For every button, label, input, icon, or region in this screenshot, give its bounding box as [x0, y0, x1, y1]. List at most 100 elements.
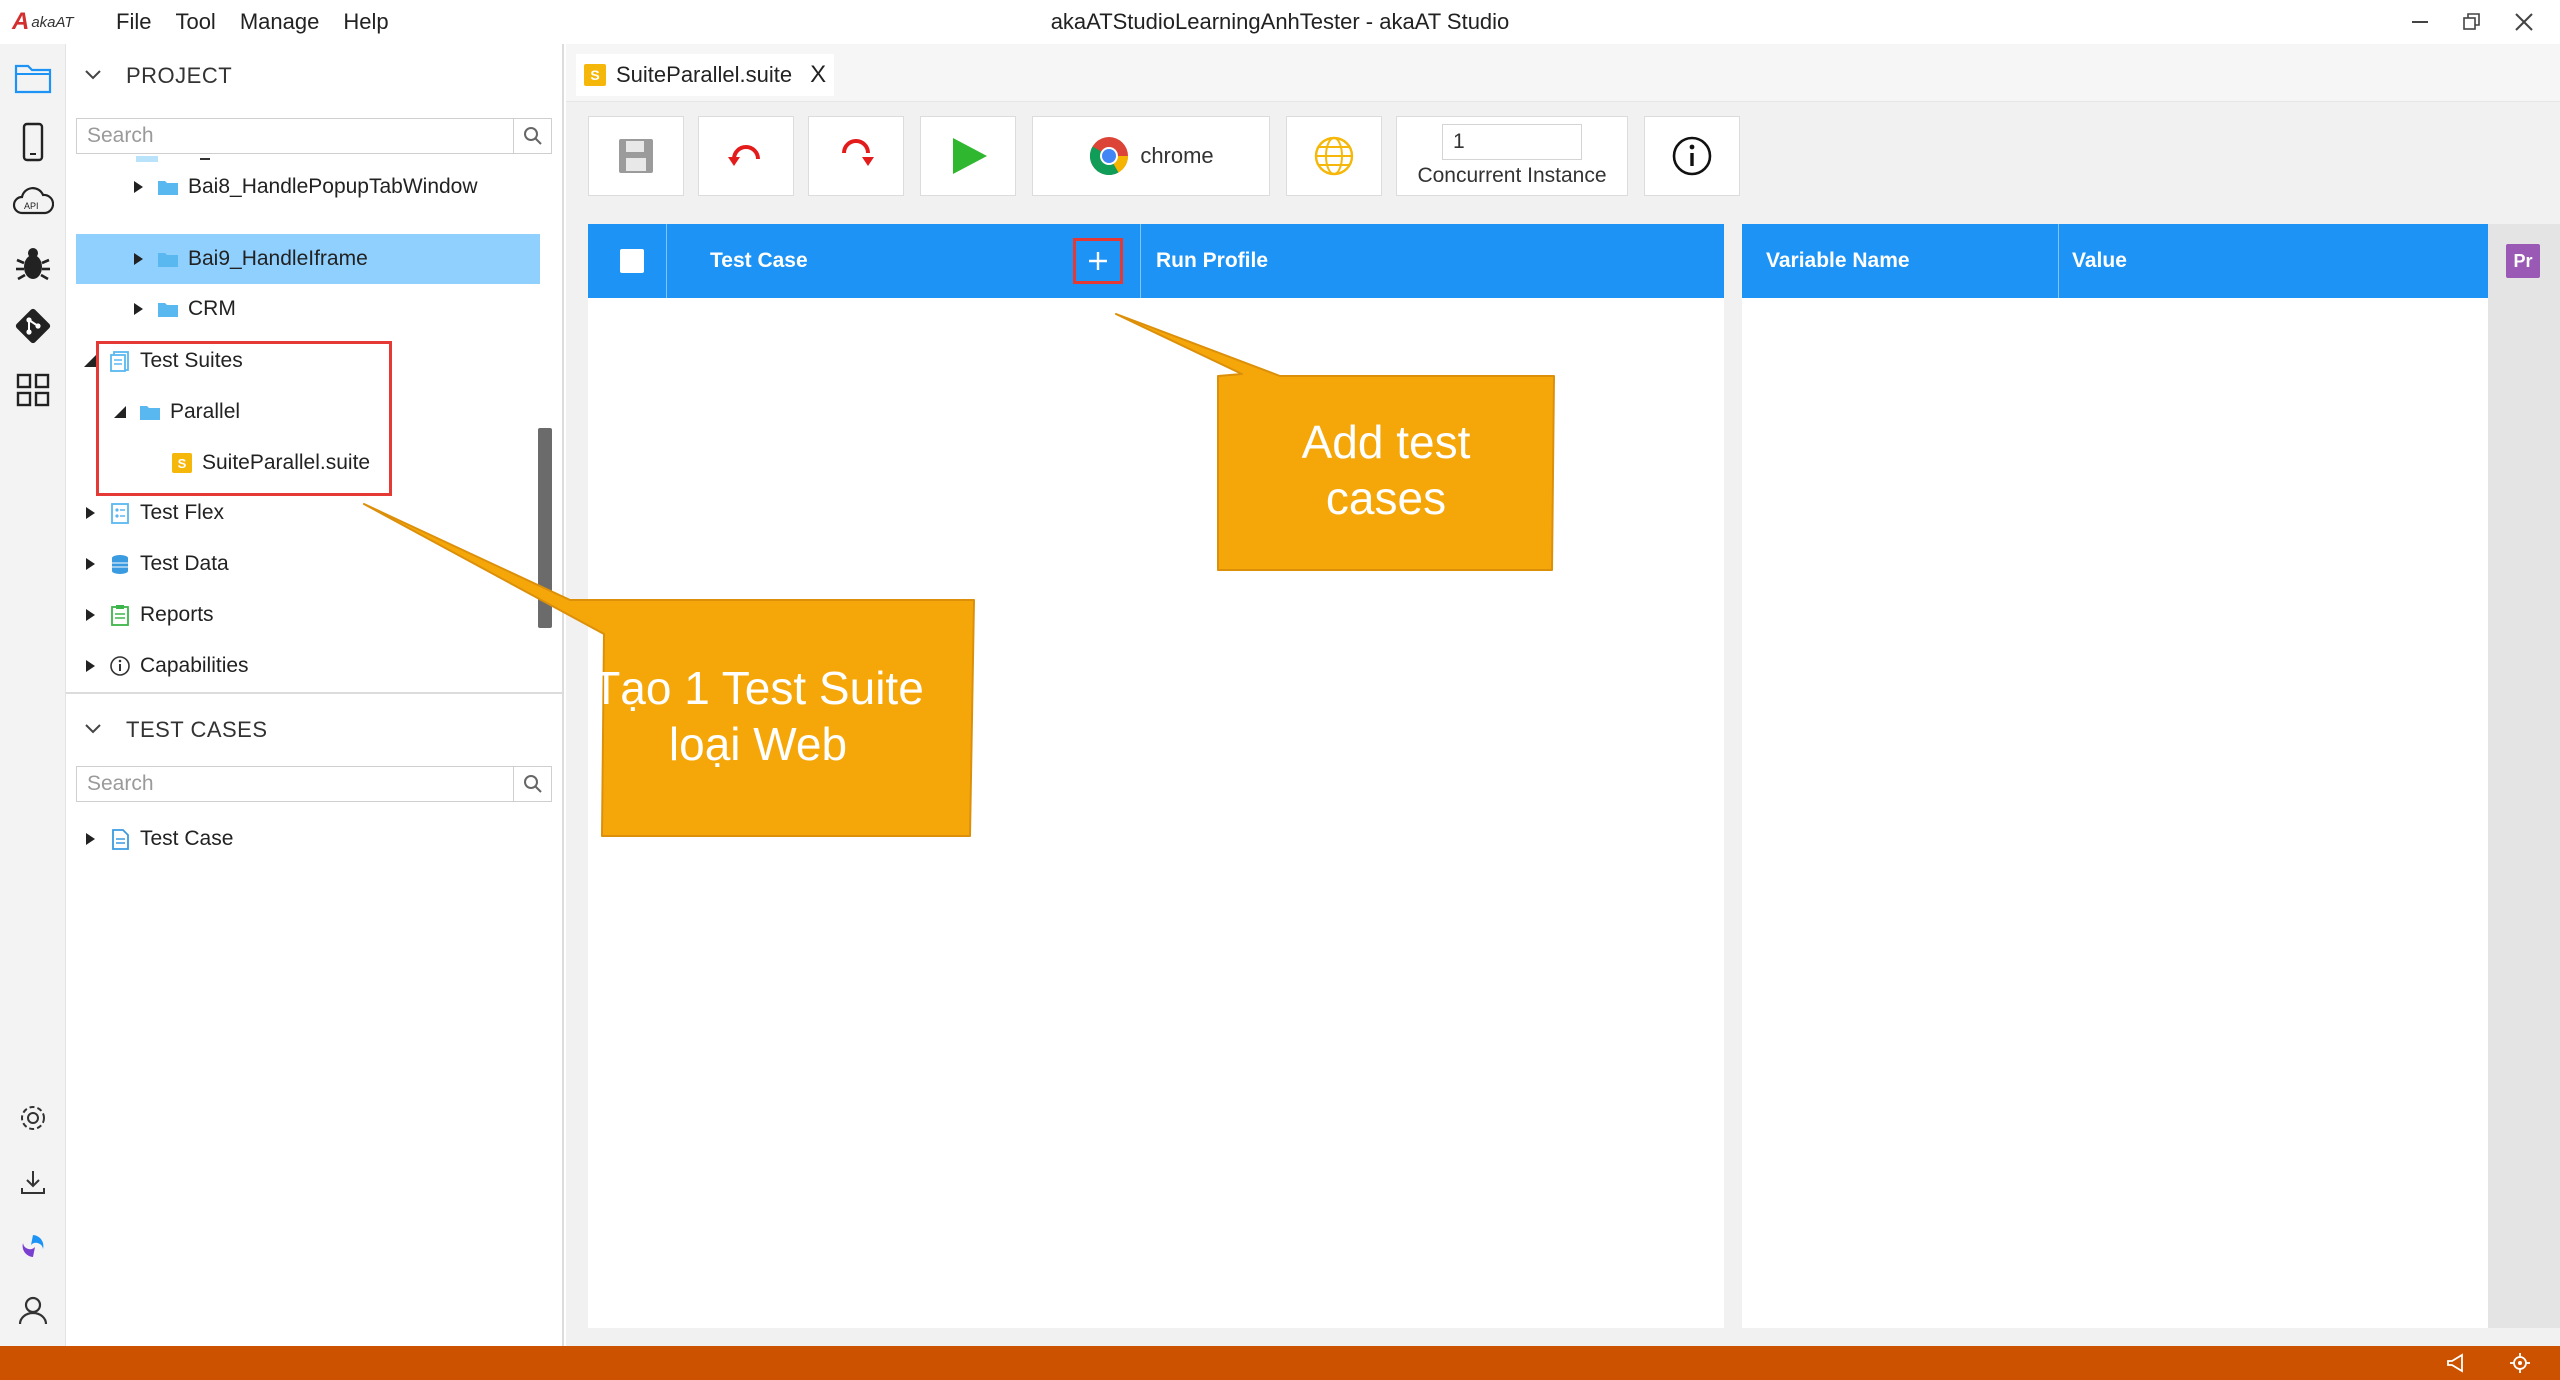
tree-item-reports[interactable]: Reports	[66, 592, 562, 638]
properties-badge[interactable]: Pr	[2506, 244, 2540, 278]
project-search-button[interactable]	[513, 119, 551, 153]
tree-item-bai9[interactable]: Bai9_HandleIframe	[76, 234, 540, 284]
expand-arrow-icon[interactable]	[80, 829, 100, 849]
play-icon	[953, 138, 987, 174]
folder-icon	[156, 297, 180, 321]
swirl-logo-icon	[22, 1235, 44, 1257]
sidebar-scrollbar[interactable]	[538, 428, 552, 628]
tree-item-suiteparallel[interactable]: S SuiteParallel.suite	[66, 440, 562, 486]
reload-button[interactable]	[698, 116, 794, 196]
restore-icon	[2463, 13, 2480, 30]
concurrent-instance-label: Concurrent Instance	[1417, 164, 1607, 187]
expand-arrow-icon[interactable]	[80, 503, 100, 523]
project-search	[76, 118, 552, 154]
tree-item-label: Parallel	[170, 400, 241, 423]
akaat-cloud-button[interactable]	[0, 1218, 66, 1274]
folder-icon	[156, 247, 180, 271]
debug-button[interactable]	[0, 236, 66, 292]
run-button[interactable]	[920, 116, 1016, 196]
test-case-table: Test Case Run Profile	[588, 224, 1724, 1328]
explorer-button[interactable]	[0, 50, 66, 106]
account-button[interactable]	[0, 1282, 66, 1338]
expand-arrow-icon[interactable]	[80, 605, 100, 625]
test-cases-section-header[interactable]: TEST CASES	[66, 698, 562, 762]
browser-selector[interactable]: chrome	[1032, 116, 1270, 196]
save-button[interactable]	[588, 116, 684, 196]
explorer-icon	[14, 64, 52, 94]
tree-item-capabilities[interactable]: Capabilities	[66, 643, 562, 689]
menu-manage[interactable]: Manage	[228, 8, 332, 36]
mobile-button[interactable]	[0, 114, 66, 170]
expand-arrow-icon[interactable]	[128, 249, 148, 269]
svg-text:API: API	[24, 201, 39, 211]
logo-text: akaAT	[31, 13, 74, 31]
settings-button[interactable]	[0, 1090, 66, 1146]
info-button[interactable]	[1644, 116, 1740, 196]
tree-item-label: CRM	[188, 297, 236, 320]
user-icon	[18, 1296, 48, 1325]
locate-button[interactable]	[2508, 1351, 2532, 1375]
suite-badge: S	[584, 64, 606, 86]
app-logo: A akaAT	[12, 8, 74, 36]
download-button[interactable]	[0, 1154, 66, 1210]
select-all-checkbox[interactable]	[620, 249, 644, 273]
tree-item-bai8[interactable]: Bai8_HandlePopupTabWindow	[66, 164, 562, 210]
close-window-button[interactable]	[2502, 4, 2546, 40]
refresh-button[interactable]	[808, 116, 904, 196]
search-icon	[523, 775, 542, 793]
header-run-profile: Run Profile	[1156, 249, 1269, 272]
suite-file-icon: S	[170, 451, 194, 475]
chevron-down-icon	[85, 70, 101, 80]
menu-bar: File Tool Manage Help	[104, 8, 401, 36]
folder-icon	[156, 175, 180, 199]
tab-suiteparallel[interactable]: S SuiteParallel.suite X	[576, 54, 835, 96]
restore-button[interactable]	[2450, 4, 2494, 40]
expand-arrow-icon[interactable]	[80, 554, 100, 574]
refresh-icon	[842, 139, 874, 166]
tree-item-parallel[interactable]: Parallel	[66, 389, 562, 435]
test-cases-search-input[interactable]	[77, 767, 513, 801]
concurrent-instance-input[interactable]	[1442, 124, 1582, 160]
mobile-icon	[22, 122, 44, 162]
test-case-icon	[108, 827, 132, 851]
collapse-arrow-icon[interactable]	[110, 402, 130, 422]
info-icon	[1672, 136, 1712, 176]
api-button[interactable]: API	[0, 174, 66, 230]
logo-mark: A	[12, 8, 30, 35]
add-test-case-button[interactable]	[1073, 238, 1123, 284]
tree-item-label: Bai8_HandlePopupTabWindow	[188, 175, 478, 198]
reports-icon	[108, 603, 132, 627]
expand-arrow-icon[interactable]	[128, 177, 148, 197]
menu-file[interactable]: File	[104, 8, 163, 36]
api-cloud-icon: API	[12, 187, 54, 215]
minimize-icon	[2412, 21, 2428, 23]
test-cases-search	[76, 766, 552, 802]
collapse-arrow-icon[interactable]	[80, 351, 100, 371]
tree-item-crm[interactable]: CRM	[66, 286, 562, 332]
expand-arrow-icon[interactable]	[80, 656, 100, 676]
project-search-input[interactable]	[77, 119, 513, 153]
reload-icon	[728, 145, 760, 166]
tab-label: SuiteParallel.suite	[616, 62, 793, 87]
bug-icon	[16, 248, 50, 281]
web-platform-button[interactable]	[1286, 116, 1382, 196]
git-button[interactable]	[0, 298, 66, 354]
menu-help[interactable]: Help	[331, 8, 400, 36]
browser-label: chrome	[1140, 143, 1214, 168]
test-cases-search-button[interactable]	[513, 767, 551, 801]
tree-item-label: Test Suites	[140, 349, 243, 372]
search-icon	[523, 127, 542, 145]
download-icon	[21, 1171, 45, 1194]
test-flex-icon	[108, 501, 132, 525]
tab-close-button[interactable]: X	[810, 61, 826, 89]
tree-item-test-flex[interactable]: Test Flex	[66, 490, 562, 536]
notification-button[interactable]	[2444, 1351, 2468, 1375]
expand-arrow-icon[interactable]	[128, 299, 148, 319]
minimize-button[interactable]	[2398, 4, 2442, 40]
project-section-header[interactable]: PROJECT	[66, 44, 562, 108]
extensions-button[interactable]	[0, 362, 66, 418]
tree-item-test-suites[interactable]: Test Suites	[66, 338, 562, 384]
tree-item-test-data[interactable]: Test Data	[66, 541, 562, 587]
menu-tool[interactable]: Tool	[163, 8, 227, 36]
tree-item-test-case[interactable]: Test Case	[66, 816, 562, 862]
